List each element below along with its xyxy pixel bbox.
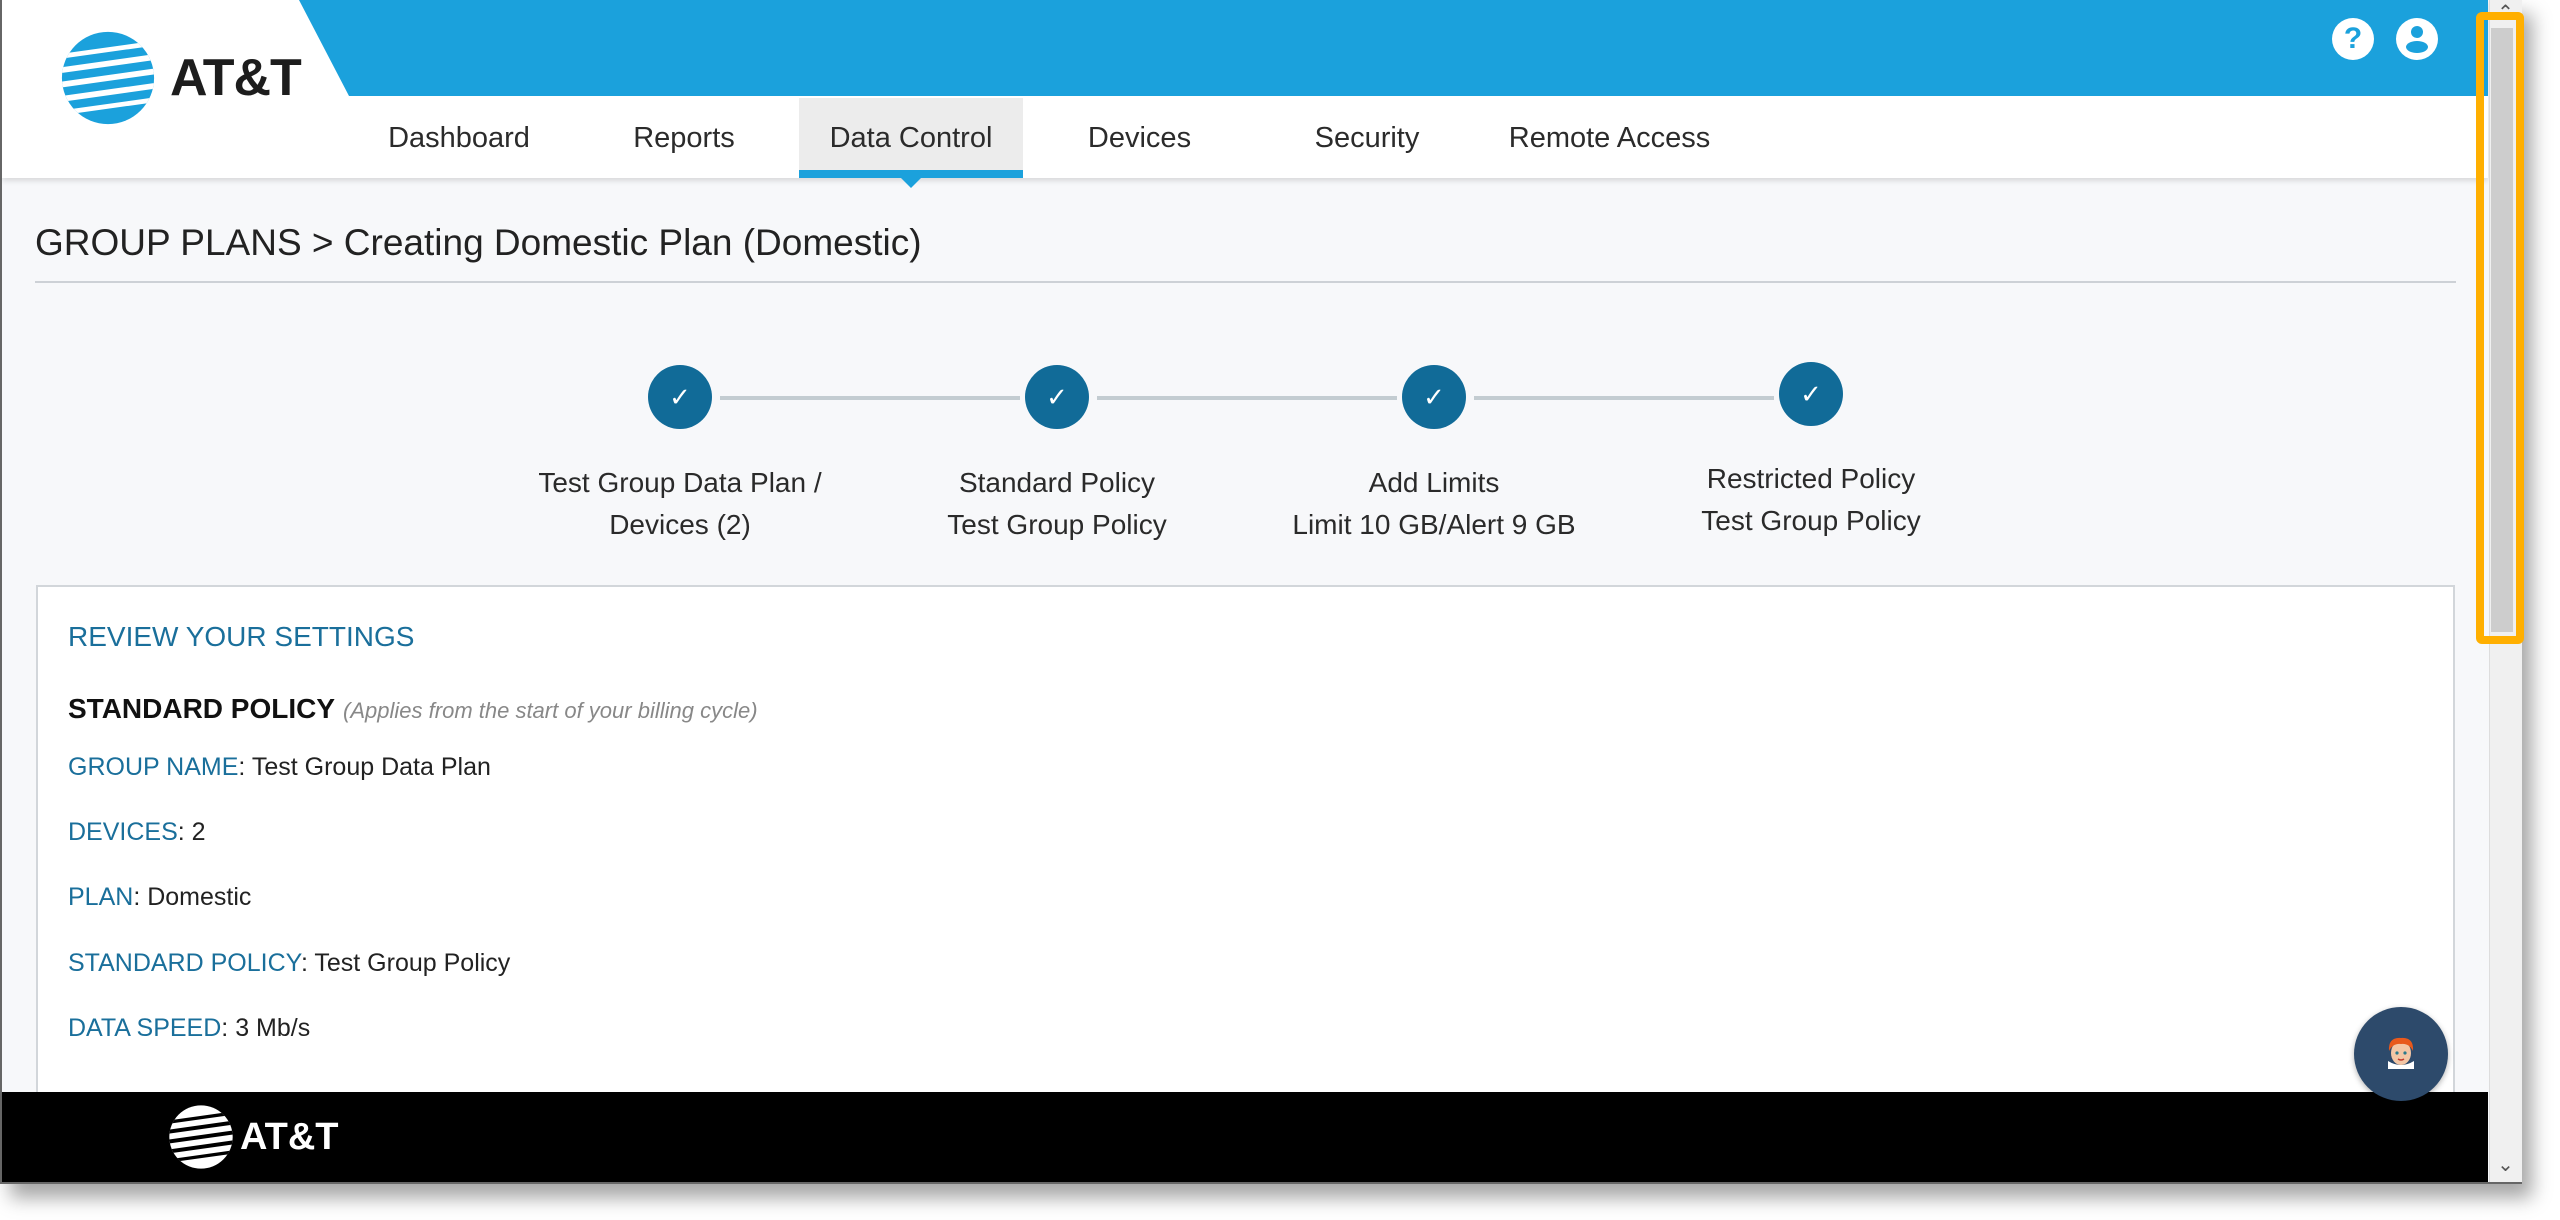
header-blue-band: [299, 0, 2488, 96]
policy-note: (Applies from the start of your billing …: [343, 698, 758, 723]
main-nav: Dashboard Reports Data Control Devices S…: [2, 98, 2488, 188]
help-icon[interactable]: ?: [2332, 18, 2374, 60]
step-1-label: Test Group Data Plan / Devices (2): [538, 467, 822, 540]
breadcrumb: GROUP PLANS > Creating Domestic Plan (Do…: [35, 222, 922, 263]
user-silhouette-icon: [2406, 26, 2428, 53]
footer: AT&T: [2, 1092, 2488, 1182]
scroll-down-arrow-icon[interactable]: ⌄: [2489, 1152, 2522, 1176]
nav-data-control[interactable]: Data Control: [799, 98, 1023, 188]
nav-dashboard[interactable]: Dashboard: [364, 98, 554, 178]
footer-logo-text: AT&T: [240, 1115, 339, 1158]
step-3-label: Add Limits Limit 10 GB/Alert 9 GB: [1292, 467, 1576, 540]
field-standard-policy: STANDARD POLICY: Test Group Policy: [68, 949, 511, 977]
step-1-check-icon[interactable]: ✓: [648, 365, 712, 429]
nav-remote-access[interactable]: Remote Access: [1497, 98, 1722, 178]
step-connector: [1097, 396, 1397, 400]
field-plan: PLAN: Domestic: [68, 883, 252, 911]
assistant-avatar-icon: [2388, 1037, 2414, 1069]
breadcrumb-divider: [35, 281, 2456, 283]
nav-devices[interactable]: Devices: [1062, 98, 1217, 178]
step-2-check-icon[interactable]: ✓: [1025, 365, 1089, 429]
scrollbar-thumb[interactable]: [2491, 28, 2513, 632]
nav-security[interactable]: Security: [1287, 98, 1447, 178]
browser-window: AT&T ? Dashboard Reports Data Control De…: [0, 0, 2522, 1184]
step-connector: [720, 396, 1020, 400]
review-settings-card: REVIEW YOUR SETTINGS STANDARD POLICY (App…: [36, 585, 2455, 1105]
footer-att-logo[interactable]: AT&T: [168, 1104, 339, 1170]
step-connector: [1474, 396, 1774, 400]
step-3-check-icon[interactable]: ✓: [1402, 365, 1466, 429]
field-group-name: GROUP NAME: Test Group Data Plan: [68, 753, 491, 781]
step-4-label: Restricted Policy Test Group Policy: [1701, 463, 1921, 536]
nav-reports[interactable]: Reports: [604, 98, 764, 178]
field-data-speed: DATA SPEED: 3 Mb/s: [68, 1014, 311, 1042]
chat-assistant-button[interactable]: [2354, 1007, 2448, 1101]
user-account-icon[interactable]: [2396, 18, 2438, 60]
field-devices: DEVICES: 2: [68, 818, 206, 846]
step-2-label: Standard Policy Test Group Policy: [947, 467, 1167, 540]
scroll-up-arrow-icon[interactable]: ⌃: [2489, 0, 2522, 24]
review-title: REVIEW YOUR SETTINGS: [68, 621, 415, 652]
step-4-check-icon[interactable]: ✓: [1779, 362, 1843, 426]
policy-title: STANDARD POLICY (Applies from the start o…: [68, 693, 758, 724]
att-globe-icon: [169, 1105, 233, 1169]
